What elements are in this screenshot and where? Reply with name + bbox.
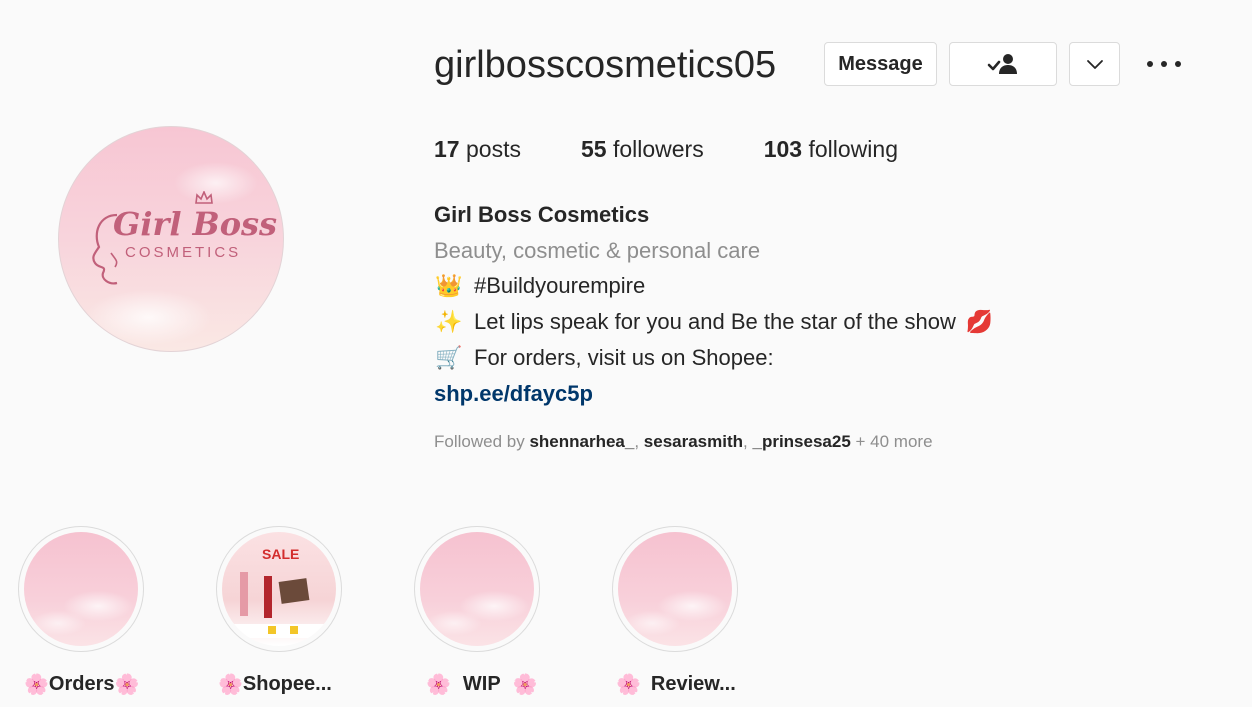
cherry-blossom-icon: 🌸 [218,672,243,696]
cherry-blossom-icon: 🌸 [616,672,641,696]
story-highlight-reviews[interactable] [612,526,738,652]
sparkles-emoji-icon: ✨ [435,309,463,335]
followed-by[interactable]: Followed by shennarhea_, sesarasmith, _p… [434,432,933,452]
highlight-ring[interactable] [414,526,540,652]
highlight-label: 🌸 Orders 🌸 [24,672,139,696]
profile-username: girlbosscosmetics05 [434,44,777,86]
products-image-icon [232,572,326,638]
highlight-ring[interactable] [612,526,738,652]
followed-by-more: + 40 more [855,432,933,451]
suggested-accounts-dropdown[interactable] [1069,42,1120,86]
sale-badge: SALE [262,546,300,562]
followed-by-user[interactable]: sesarasmith [644,432,743,451]
highlight-label: 🌸 Shopee... [218,672,332,696]
followers-stat[interactable]: 55 followers [581,136,704,163]
following-label: following [808,136,898,162]
followers-count: 55 [580,136,607,162]
posts-label: posts [465,136,521,162]
cherry-blossom-icon: 🌸 [426,672,451,696]
chevron-down-icon [1086,60,1103,69]
following-count: 103 [763,136,803,162]
followed-by-prefix: Followed by [434,432,525,451]
crown-emoji-icon: 👑 [435,273,463,299]
story-highlight-orders[interactable] [18,526,144,652]
avatar-logo-title: Girl Boss [113,205,278,243]
profile-category: Beauty, cosmetic & personal care [434,238,761,263]
highlight-cover [420,532,534,646]
highlight-cover: SALE [222,532,336,646]
highlight-label-text: Review... [650,672,736,695]
cherry-blossom-icon: 🌸 [24,672,49,696]
followed-by-user[interactable]: _prinsesa25 [752,432,850,451]
followed-by-user[interactable]: shennarhea_ [529,432,634,451]
highlight-cover [618,532,732,646]
highlight-label-text: Shopee... [242,672,332,695]
highlight-ring[interactable]: SALE [216,526,342,652]
message-button-label: Message [838,52,923,75]
highlight-label-text: Orders [48,672,115,695]
profile-external-link[interactable]: shp.ee/dfayc5p [434,381,593,407]
cherry-blossom-icon: 🌸 [114,672,140,696]
person-check-icon [987,54,1017,74]
lips-emoji-icon: 💋 [965,309,994,335]
bio-line: 🛒 For orders, visit us on Shopee: [434,345,774,371]
shopping-cart-emoji-icon: 🛒 [435,345,463,371]
highlight-ring[interactable] [18,526,144,652]
followers-label: followers [612,136,704,162]
bio-text: #Buildyourempire [474,273,646,298]
posts-stat: 17 posts [434,136,521,163]
highlight-label: 🌸 Review... [616,672,736,696]
profile-full-name: Girl Boss Cosmetics [434,202,650,227]
crown-icon [195,191,213,204]
story-highlight-shopee[interactable]: SALE [216,526,342,652]
story-highlight-wip[interactable] [414,526,540,652]
avatar-logo-subtitle: COSMETICS [125,244,242,261]
message-button[interactable]: Message [824,42,937,86]
highlight-label-text: WIP [462,672,501,695]
profile-avatar[interactable]: Girl Boss COSMETICS [58,126,284,352]
profile-stats: 17 posts 55 followers 103 following [434,136,958,163]
bio-line: 👑 #Buildyourempire [434,273,645,299]
more-options-icon[interactable] [1146,56,1182,72]
bio-line: ✨ Let lips speak for you and Be the star… [434,309,993,335]
bio-text: Let lips speak for you and Be the star o… [474,309,956,334]
highlight-label: 🌸 WIP 🌸 [426,672,538,696]
following-button[interactable] [949,42,1057,86]
following-stat[interactable]: 103 following [764,136,898,163]
cherry-blossom-icon: 🌸 [512,672,538,696]
bio-text: For orders, visit us on Shopee: [474,345,774,370]
highlight-cover [24,532,138,646]
posts-count: 17 [434,136,460,162]
